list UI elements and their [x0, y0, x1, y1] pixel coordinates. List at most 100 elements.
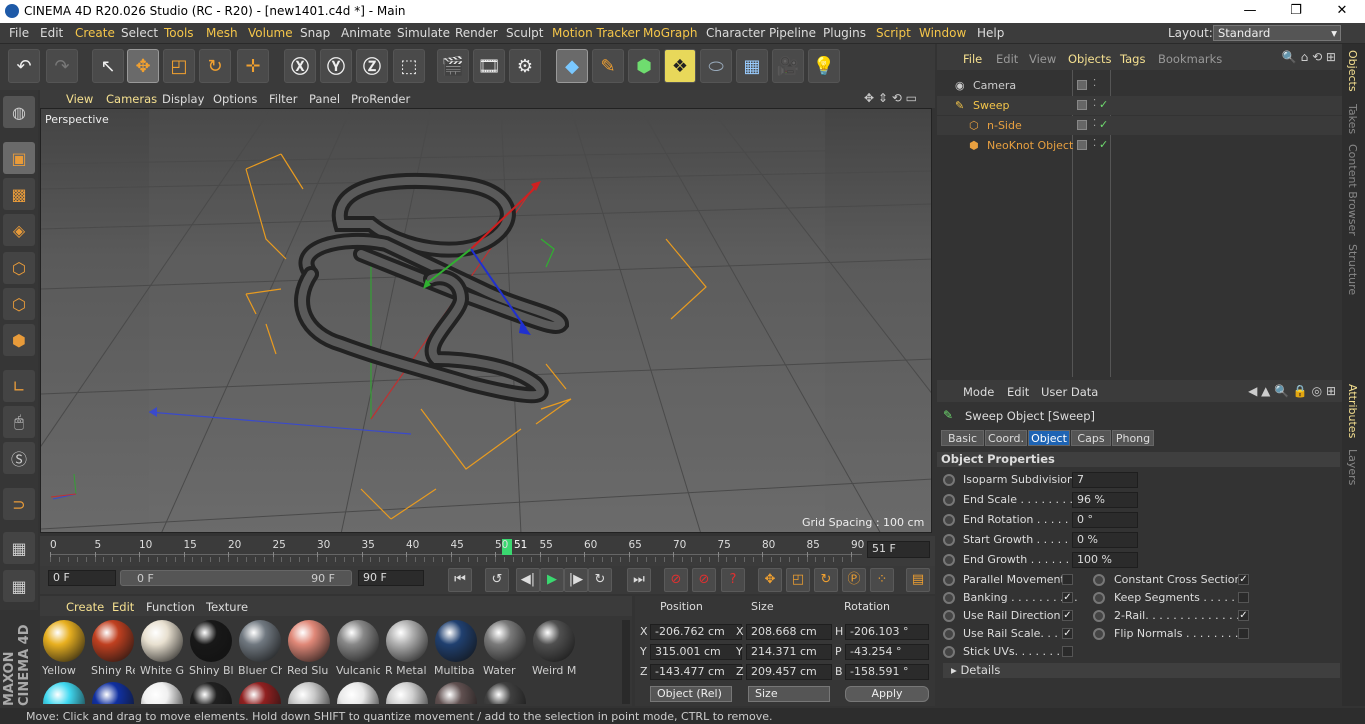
viewport-menu-options[interactable]: Options	[213, 92, 257, 106]
menu-help[interactable]: Help	[977, 26, 1004, 40]
layer-toggle[interactable]	[1077, 100, 1087, 110]
object-menu-edit[interactable]: Edit	[996, 52, 1018, 66]
checkbox[interactable]	[1238, 592, 1249, 603]
workplane-lock-button[interactable]: ▦	[3, 532, 35, 564]
key-param-button[interactable]: Ⓟ	[842, 568, 866, 592]
animate-radio[interactable]	[943, 628, 955, 640]
subdivision-button[interactable]: ⬢	[628, 49, 660, 83]
go-start-button[interactable]: ⏮	[448, 568, 472, 592]
side-tab-takes[interactable]: Takes	[1346, 104, 1359, 134]
tab-phong[interactable]: Phong	[1112, 430, 1154, 446]
menu-sculpt[interactable]: Sculpt	[506, 26, 543, 40]
polygons-mode-button[interactable]: ⬢	[3, 324, 35, 356]
side-tab-layers[interactable]: Layers	[1346, 449, 1359, 485]
visibility-dots-icon[interactable]: ⁚	[1093, 118, 1096, 129]
render-view-button[interactable]: 🎬	[437, 49, 469, 83]
material-swatch[interactable]	[42, 682, 86, 704]
side-tab-attributes[interactable]: Attributes	[1346, 384, 1359, 438]
checkbox[interactable]: ✓	[1062, 628, 1073, 639]
material-swatch[interactable]: Water	[483, 620, 527, 677]
key-pla-button[interactable]: ⁘	[870, 568, 894, 592]
object-row[interactable]: ◉ Camera ⁚	[937, 76, 1342, 95]
animate-radio[interactable]	[943, 646, 955, 658]
rotation-field[interactable]: -158.591 °	[845, 664, 929, 680]
record-key-button[interactable]: ⊘	[664, 568, 688, 592]
viewport-menu-view[interactable]: View	[66, 92, 93, 106]
size-field[interactable]: 208.668 cm	[746, 624, 832, 640]
prev-frame-button[interactable]: ◀|	[516, 568, 540, 592]
attribute-menu-user-data[interactable]: User Data	[1041, 385, 1098, 399]
menu-edit[interactable]: Edit	[40, 26, 63, 40]
live-select-button[interactable]: ↖	[92, 49, 124, 83]
field-input[interactable]: 7	[1072, 472, 1138, 488]
camera-button[interactable]: 🎥	[772, 49, 804, 83]
attribute-nav-icons[interactable]: ◀ ▲ 🔍 🔒 ◎ ⊞	[1248, 384, 1336, 398]
tab-basic[interactable]: Basic	[941, 430, 984, 446]
animate-radio[interactable]	[1093, 610, 1105, 622]
position-field[interactable]: 315.001 cm	[650, 644, 742, 660]
object-menu-objects[interactable]: Objects	[1068, 52, 1111, 66]
menu-motion-tracker[interactable]: Motion Tracker	[552, 26, 640, 40]
menu-select[interactable]: Select	[121, 26, 158, 40]
side-tab-content-browser[interactable]: Content Browser	[1346, 144, 1359, 236]
menu-animate[interactable]: Animate	[341, 26, 391, 40]
material-swatch[interactable]	[385, 682, 429, 704]
object-menu-view[interactable]: View	[1029, 52, 1056, 66]
enabled-check-icon[interactable]: ✓	[1099, 98, 1108, 111]
attribute-menu-edit[interactable]: Edit	[1007, 385, 1029, 399]
side-tab-structure[interactable]: Structure	[1346, 244, 1359, 295]
visibility-dots-icon[interactable]: ⁚	[1093, 138, 1096, 149]
animate-radio[interactable]	[1093, 592, 1105, 604]
next-frame-button[interactable]: |▶	[564, 568, 588, 592]
x-axis-lock-button[interactable]: Ⓧ	[284, 49, 316, 83]
move-tool-button[interactable]: ✥	[127, 49, 159, 83]
material-swatch[interactable]: Bluer Ch	[238, 620, 282, 677]
material-swatch[interactable]	[434, 682, 478, 704]
menu-volume[interactable]: Volume	[248, 26, 293, 40]
enabled-check-icon[interactable]: ✓	[1099, 138, 1108, 151]
make-editable-button[interactable]: ◍	[3, 96, 35, 128]
material-swatch[interactable]: White G	[140, 620, 184, 677]
field-input[interactable]: 96 %	[1072, 492, 1138, 508]
render-picture-viewer-button[interactable]: 🎞	[473, 49, 505, 83]
details-section[interactable]: ▸ Details	[943, 663, 1340, 678]
field-input[interactable]: 0 °	[1072, 512, 1138, 528]
size-mode-select[interactable]: Size	[748, 686, 830, 702]
layer-toggle[interactable]	[1077, 80, 1087, 90]
checkbox[interactable]: ✓	[1062, 592, 1073, 603]
timeline-window-button[interactable]: ▤	[906, 568, 930, 592]
viewport-menu-cameras[interactable]: Cameras	[106, 92, 157, 106]
keyframe-selection-button[interactable]: ?	[721, 568, 745, 592]
animate-radio[interactable]	[943, 474, 955, 486]
current-frame-field[interactable]: 51 F	[867, 541, 930, 558]
animate-radio[interactable]	[943, 534, 955, 546]
redo-button[interactable]: ↷	[46, 49, 78, 83]
material-swatch[interactable]	[336, 682, 380, 704]
workplane-button[interactable]: ▦	[3, 570, 35, 602]
start-frame-field[interactable]: 0 F	[48, 570, 116, 586]
material-scrollbar[interactable]	[622, 620, 630, 704]
menu-mesh[interactable]: Mesh	[206, 26, 238, 40]
menu-mograph[interactable]: MoGraph	[643, 26, 698, 40]
animate-radio[interactable]	[1093, 628, 1105, 640]
menu-script[interactable]: Script	[876, 26, 911, 40]
field-input[interactable]: 0 %	[1072, 532, 1138, 548]
object-row[interactable]: ⬢ NeoKnot Object ⁚ ✓	[937, 136, 1342, 155]
viewport-menu-display[interactable]: Display	[162, 92, 204, 106]
material-swatch[interactable]	[189, 682, 233, 704]
coordinate-system-button[interactable]: ⬚	[393, 49, 425, 83]
pen-spline-button[interactable]: ✎	[592, 49, 624, 83]
side-tab-objects[interactable]: Objects	[1346, 50, 1359, 92]
menu-plugins[interactable]: Plugins	[823, 26, 866, 40]
close-button[interactable]: ✕	[1319, 0, 1365, 23]
checkbox[interactable]: ✓	[1238, 610, 1249, 621]
menu-render[interactable]: Render	[455, 26, 498, 40]
material-swatch[interactable]	[140, 682, 184, 704]
material-menu-edit[interactable]: Edit	[112, 600, 134, 614]
material-swatch[interactable]: Multiba	[434, 620, 478, 677]
minimize-button[interactable]: —	[1227, 0, 1273, 23]
key-scale-button[interactable]: ◰	[786, 568, 810, 592]
tab-caps[interactable]: Caps	[1071, 430, 1111, 446]
position-field[interactable]: -143.477 cm	[650, 664, 742, 680]
recent-tool-button[interactable]: ✛	[237, 49, 269, 83]
